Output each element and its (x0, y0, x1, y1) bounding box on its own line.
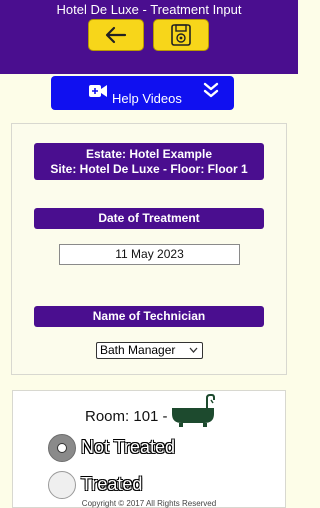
bathtub-icon (172, 394, 215, 427)
room-card: Room: 101 - Not Treated Treated (12, 390, 286, 508)
site-text: Site: Hotel De Luxe - Floor: Floor 1 (50, 162, 248, 176)
copyright-text: Copyright © 2017 All Rights Reserved (81, 499, 217, 508)
treated-radio[interactable] (48, 471, 76, 499)
not-treated-radio[interactable] (48, 434, 76, 462)
double-chevron-down-icon[interactable] (202, 81, 220, 99)
site-info-banner: Estate: Hotel Example Site: Hotel De Lux… (34, 143, 264, 180)
help-videos-button[interactable]: Help Videos (51, 76, 234, 110)
back-button[interactable] (88, 19, 144, 51)
technician-select[interactable]: Bath Manager (96, 342, 203, 359)
video-camera-icon (89, 85, 107, 97)
page-title: Hotel De Luxe - Treatment Input (56, 2, 242, 17)
arrow-left-icon (105, 26, 127, 44)
save-button[interactable] (153, 19, 209, 51)
not-treated-label[interactable]: Not Treated (81, 437, 175, 458)
room-label: Room: 101 - (85, 408, 168, 425)
date-input[interactable]: 11 May 2023 (59, 244, 240, 265)
treatment-details-card: Estate: Hotel Example Site: Hotel De Lux… (11, 123, 287, 375)
date-heading: Date of Treatment (34, 208, 264, 229)
technician-selected-value: Bath Manager (100, 343, 176, 357)
estate-text: Estate: Hotel Example (85, 147, 213, 161)
app-header: Hotel De Luxe - Treatment Input (0, 0, 298, 74)
technician-heading: Name of Technician (34, 306, 264, 327)
treated-label[interactable]: Treated (81, 474, 142, 495)
help-videos-label: Help Videos (112, 91, 182, 106)
chevron-down-icon (189, 347, 198, 353)
save-disk-icon (171, 24, 191, 46)
